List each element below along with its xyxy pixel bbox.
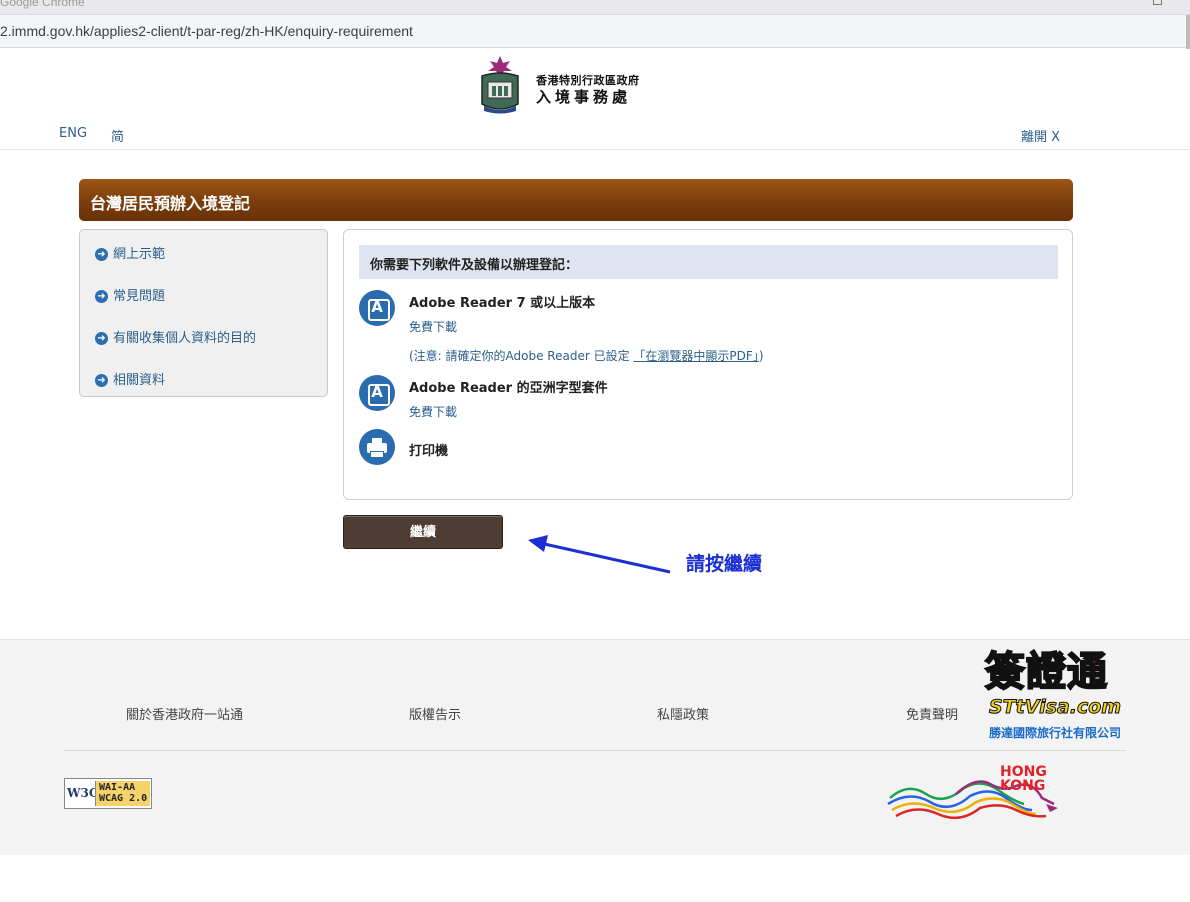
arrow-right-icon: ➜ [95,332,108,345]
brand-kong: KONG [1000,778,1046,794]
note-suffix: ) [758,349,764,363]
sidebar-item-online-demo[interactable]: ➜ 網上示範 [95,243,165,262]
wcag-version-text: WCAG 2.0 [99,793,148,804]
restore-window-icon[interactable] [1153,0,1162,5]
sidebar-item-label: 有關收集個人資料的目的 [113,331,257,346]
printer-icon [359,429,395,465]
footer-link-copyright[interactable]: 版權告示 [409,704,461,723]
annotation-arrow-icon [528,535,671,574]
footer-link-disclaimer[interactable]: 免責聲明 [906,704,958,723]
arrow-right-icon: ➜ [95,374,108,387]
browser-title-bar: Google Chrome [0,0,1190,14]
page-title-bar: 台灣居民預辦入境登記 [79,179,1073,221]
note-prefix: (注意: 請確定你的Adobe Reader 已設定 [409,349,634,363]
watermark-url: STtVisa.com [988,696,1122,719]
hksar-emblem-icon [481,56,519,114]
sidebar-item-label: 相關資料 [113,373,166,388]
brand-hong: HONG [1000,764,1047,780]
requirement-title: Adobe Reader 的亞洲字型套件 [409,381,608,396]
page-title: 台灣居民預辦入境登記 [90,194,251,213]
free-download-link[interactable]: 免費下載 [409,318,457,335]
watermark-company: 勝達國際旅行社有限公司 [989,726,1122,740]
lang-simplified-link[interactable]: 简 [111,126,124,145]
sidebar-item-label: 常見問題 [113,289,166,304]
address-bar[interactable]: 2.immd.gov.hk/applies2-client/t-par-reg/… [0,14,1190,49]
requirements-panel: 你需要下列軟件及設備以辦理登記： A Adobe Reader 7 或以上版本 … [343,229,1073,500]
site-header: 香港特別行政區政府 入境事務處 ENG 简 離開 X [0,48,1190,150]
wcag-level-text: WAI-AA [99,782,136,793]
sidebar-item-privacy-purpose[interactable]: ➜ 有關收集個人資料的目的 [95,327,256,346]
arrow-right-icon: ➜ [95,290,108,303]
requirements-heading: 你需要下列軟件及設備以辦理登記： [370,258,579,273]
address-bar-url[interactable]: 2.immd.gov.hk/applies2-client/t-par-reg/… [0,23,413,39]
w3c-logo-text: W3C [67,786,99,800]
wcag-badge-box: WAI-AA WCAG 2.0 [95,781,150,806]
window-title: Google Chrome [0,0,85,9]
annotation-text: 請按繼續 [686,553,763,575]
adobe-icon: A [359,375,395,411]
sidebar-item-faq[interactable]: ➜ 常見問題 [95,285,165,304]
scrollbar[interactable] [1186,15,1190,49]
requirement-title: Adobe Reader 7 或以上版本 [409,296,596,311]
watermark-title: 簽證通 [984,649,1108,695]
pdf-in-browser-link[interactable]: 「在瀏覽器中顯示PDF」 [633,349,758,363]
adobe-icon: A [359,290,395,326]
free-download-link[interactable]: 免費下載 [409,403,457,420]
brand-hong-kong-text: HONG KONG [1000,765,1047,793]
footer-link-govhk[interactable]: 關於香港政府一站通 [126,704,243,723]
sidebar-item-label: 網上示範 [113,247,166,262]
footer-divider [64,750,1126,751]
w3c-wcag-badge[interactable]: W3C WAI-AA WCAG 2.0 [64,778,152,809]
lang-english-link[interactable]: ENG [59,126,87,141]
dept-name-line2: 入境事務處 [536,88,632,106]
sidebar-item-related-info[interactable]: ➜ 相關資料 [95,369,165,388]
footer-link-privacy[interactable]: 私隱政策 [657,704,709,723]
adobe-note: (注意: 請確定你的Adobe Reader 已設定 「在瀏覽器中顯示PDF」) [409,347,764,364]
continue-button[interactable]: 繼續 [343,515,503,549]
requirements-heading-bar: 你需要下列軟件及設備以辦理登記： [359,245,1058,279]
sidebar: ➜ 網上示範 ➜ 常見問題 ➜ 有關收集個人資料的目的 ➜ 相關資料 [79,229,328,397]
leave-link[interactable]: 離開 X [1021,126,1060,145]
arrow-right-icon: ➜ [95,248,108,261]
sttvisa-watermark: 簽證通 STtVisa.com 勝達國際旅行社有限公司 [984,649,1145,745]
requirement-title: 打印機 [409,444,449,459]
